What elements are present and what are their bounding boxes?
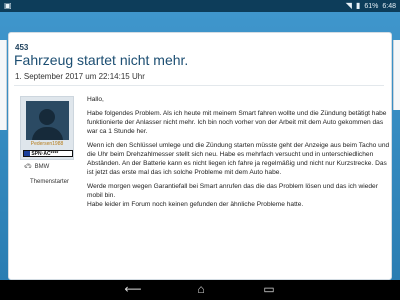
recents-icon[interactable]: ▭: [254, 282, 284, 296]
battery-level: 61%: [364, 2, 379, 10]
clock: 6:48: [382, 2, 396, 10]
body-paragraph: Wenn ich den Schlüssel umlege und die Zü…: [87, 142, 390, 176]
author-box[interactable]: Pedersen1988 SPN·AC****: [20, 96, 74, 160]
author-car: 🚗︎ BMW: [24, 163, 50, 171]
next-card-edge: [393, 40, 400, 110]
android-nav-bar: ⟵ ⌂ ▭: [0, 280, 400, 300]
license-plate: SPN·AC****: [23, 150, 73, 157]
eu-flag-icon: [24, 151, 30, 156]
previous-card-edge: [0, 40, 7, 130]
body-paragraph: Hallo,: [87, 96, 104, 103]
wifi-icon: ◥: [345, 1, 352, 10]
author-role: Themenstarter: [30, 179, 70, 185]
body-paragraph: Werde morgen wegen Garantiefall bei Smar…: [87, 183, 378, 199]
post-body: Hallo, Habe folgendes Problem. Als ich h…: [87, 95, 390, 214]
notification-icon: ▣: [4, 1, 12, 10]
home-icon[interactable]: ⌂: [186, 282, 216, 296]
avatar-head: [39, 109, 55, 125]
back-icon[interactable]: ⟵: [118, 282, 148, 296]
avatar[interactable]: [26, 101, 69, 140]
status-right: ◥ ▮ 61% 6:48: [346, 1, 396, 11]
post-date: 1. September 2017 um 22:14:15 Uhr: [15, 72, 145, 81]
divider: [14, 85, 384, 86]
author-username[interactable]: Pedersen1988: [21, 141, 73, 147]
license-plate-text: SPN·AC****: [31, 151, 59, 157]
avatar-body: [32, 127, 63, 140]
status-bar: ▣ ◥ ▮ 61% 6:48: [0, 0, 400, 12]
car-icon: 🚗︎: [24, 164, 32, 170]
post-number[interactable]: 453: [15, 43, 28, 52]
post-title: Fahrzeug startet nicht mehr.: [14, 52, 189, 68]
body-paragraph: Habe leider im Forum noch keinen gefunde…: [87, 201, 304, 208]
battery-icon: ▮: [355, 1, 361, 10]
author-car-label: BMW: [34, 163, 50, 170]
body-paragraph: Habe folgendes Problem. Als ich heute mi…: [87, 110, 387, 135]
